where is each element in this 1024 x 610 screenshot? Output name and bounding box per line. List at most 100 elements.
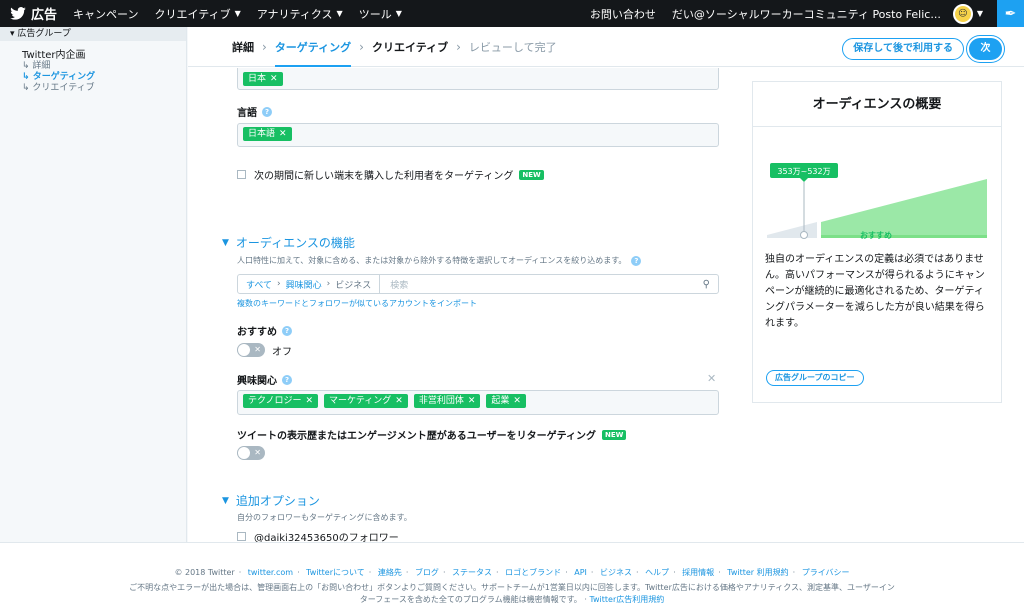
step-details[interactable]: 詳細 [232, 27, 254, 67]
nav-label: キャンペーン [73, 7, 139, 21]
footer-link[interactable]: API [574, 568, 587, 577]
interest-token: テクノロジー ✕ [243, 394, 319, 408]
main: 詳細 › ターゲティング › クリエイティブ › レビューして完了 保存して後で… [188, 27, 1024, 542]
interest-token-field[interactable]: テクノロジー ✕ マーケティング ✕ 非営利団体 ✕ 起業 ✕ [237, 390, 719, 415]
followers-checkbox[interactable] [237, 532, 246, 541]
footer-link[interactable]: ヘルプ [645, 568, 669, 577]
new-badge: NEW [519, 169, 544, 180]
clear-interests-icon[interactable]: ✕ [707, 372, 716, 385]
sidebar-header[interactable]: ▾ 広告グループ [0, 27, 186, 41]
contact-link[interactable]: お問い合わせ [590, 6, 656, 22]
compose-tweet-button[interactable]: ✒ [997, 0, 1024, 27]
audience-fill-left [767, 222, 817, 235]
footer: © 2018 Twitter · twitter.com · Twitterについて… [0, 542, 1024, 610]
nav-creatives[interactable]: クリエイティブ ▼ [154, 6, 240, 22]
chevron-right-icon: › [277, 279, 281, 289]
token-label: 起業 [491, 396, 510, 406]
language-label: 言語? [237, 104, 272, 119]
footer-link[interactable]: プライバシー [802, 568, 850, 577]
remove-icon[interactable]: ✕ [468, 394, 476, 408]
extra-description: 自分のフォロワーもターゲティングに含めます。 [237, 512, 412, 523]
remove-icon[interactable]: ✕ [513, 394, 521, 408]
brand-label: 広告 [31, 8, 58, 23]
next-button[interactable]: 次 [969, 38, 1002, 60]
footer-link[interactable]: 連絡先 [378, 568, 402, 577]
copyright: © 2018 Twitter [174, 568, 235, 577]
chevron-right-icon: › [262, 39, 267, 54]
footer-link[interactable]: ステータス [452, 568, 492, 577]
remove-icon[interactable]: ✕ [395, 394, 403, 408]
interest-token: 起業 ✕ [486, 394, 526, 408]
language-token-field[interactable]: 日本語 ✕ [237, 123, 719, 147]
notice-line: ご不明な点やエラーが出た場合は、管理画面右上の「お問い合わせ」ボタンよりご質問く… [129, 583, 895, 592]
extra-options-toggle[interactable]: ▼ 追加オプション [222, 492, 320, 509]
nav-label: アナリティクス [256, 7, 333, 21]
footer-link[interactable]: ビジネス [600, 568, 632, 577]
sidebar-item-details[interactable]: ↳ 詳細 [0, 61, 186, 72]
section-title: 追加オプション [235, 494, 320, 508]
step-review[interactable]: レビューして完了 [469, 27, 557, 67]
nav-analytics[interactable]: アナリティクス ▼ [257, 6, 343, 22]
sidebar-item-targeting[interactable]: ↳ ターゲティング [0, 72, 186, 83]
step-creatives[interactable]: クリエイティブ [372, 27, 448, 67]
footer-link[interactable]: ブログ [415, 568, 439, 577]
divider [379, 274, 381, 294]
footer-link[interactable]: Twitter 利用規約 [727, 568, 788, 577]
retarget-toggle[interactable]: ✕ [237, 446, 265, 460]
crumb-interests[interactable]: 興味関心 [286, 278, 322, 291]
import-link[interactable]: 複数のキーワードとフォロワーが似ているアカウントをインポート [237, 298, 477, 309]
close-icon: ✕ [254, 345, 261, 354]
panel-body: 独自のオーディエンスの定義は必須ではありません。高いパフォーマンスが得られるよう… [765, 254, 985, 329]
twitter-bird-icon [10, 7, 26, 20]
sidebar-header-label: 広告グループ [17, 29, 71, 39]
chevron-down-icon: ▼ [395, 9, 402, 18]
audience-section-toggle[interactable]: ▼ オーディエンスの機能 [222, 234, 355, 251]
location-token-field[interactable]: 日本 ✕ [237, 68, 719, 90]
help-icon[interactable]: ? [631, 255, 642, 266]
footer-link[interactable]: twitter.com [248, 568, 293, 577]
notice-text: ターフェースを含めた全てのプログラム機能は機密情報です。 [359, 595, 582, 604]
search-input[interactable]: 検索 [390, 278, 702, 291]
crumb-all[interactable]: すべて [246, 278, 272, 291]
nav-label: クリエイティブ [154, 7, 231, 21]
help-icon[interactable]: ? [282, 374, 292, 385]
remove-icon[interactable]: ✕ [279, 127, 287, 141]
sidebar-item-creatives[interactable]: ↳ クリエイティブ [0, 83, 186, 94]
top-nav: 広告 キャンペーン クリエイティブ ▼ アナリティクス ▼ ツール ▼ お問い合わせ … [0, 0, 1024, 27]
nav-campaigns[interactable]: キャンペーン [73, 6, 138, 22]
remove-icon[interactable]: ✕ [270, 72, 278, 86]
feather-icon: ✒ [1004, 5, 1017, 22]
remove-icon[interactable]: ✕ [305, 394, 313, 408]
copy-adgroup-button[interactable]: 広告グループのコピー [766, 370, 864, 386]
help-icon[interactable]: ? [262, 106, 272, 117]
token-label: テクノロジー [248, 396, 302, 406]
device-purchase-checkbox[interactable] [237, 170, 246, 179]
terms-link[interactable]: Twitter広告利用規約 [589, 595, 664, 604]
chevron-down-icon[interactable]: ▼ [977, 9, 983, 18]
help-icon[interactable]: ? [282, 325, 292, 336]
avatar[interactable]: ☺ [952, 3, 973, 24]
audience-baseline-left [767, 235, 817, 238]
nav-tools[interactable]: ツール ▼ [359, 6, 402, 22]
label-text: おすすめ [237, 327, 277, 338]
step-targeting[interactable]: ターゲティング [274, 27, 352, 67]
label-text: 言語 [237, 108, 257, 119]
footer-links: © 2018 Twitter · twitter.com · Twitterについて… [174, 568, 850, 577]
account-name[interactable]: だい@ソーシャルワーカーコミュニティ Posto Felic... [672, 6, 941, 22]
recommend-toggle[interactable]: ✕ [237, 343, 265, 357]
footer-link[interactable]: Twitterについて [306, 568, 365, 577]
footer-link[interactable]: ロゴとブランド [505, 568, 561, 577]
footer-link[interactable]: 採用情報 [682, 568, 714, 577]
language-token: 日本語 ✕ [243, 127, 292, 141]
save-later-button[interactable]: 保存して後で利用する [842, 38, 964, 60]
targeting-form: 日本 ✕ 言語? 日本語 ✕ 次の期間に新しい端末を購入した利用者をターゲティング … [188, 68, 738, 542]
token-label: 非営利団体 [418, 396, 464, 406]
recommend-caption-text: おすすめ [860, 231, 892, 240]
interests-label: 興味関心? [237, 372, 292, 387]
brand[interactable]: 広告 [10, 4, 57, 23]
chevron-right-icon: › [326, 279, 331, 289]
description-text: 自分のフォロワーもターゲティングに含めます。 [237, 513, 412, 522]
sidebar-item-label: ターゲティング [32, 72, 96, 82]
interest-token: マーケティング ✕ [324, 394, 408, 408]
sidebar-campaign[interactable]: Twitter内企画 [0, 46, 186, 61]
